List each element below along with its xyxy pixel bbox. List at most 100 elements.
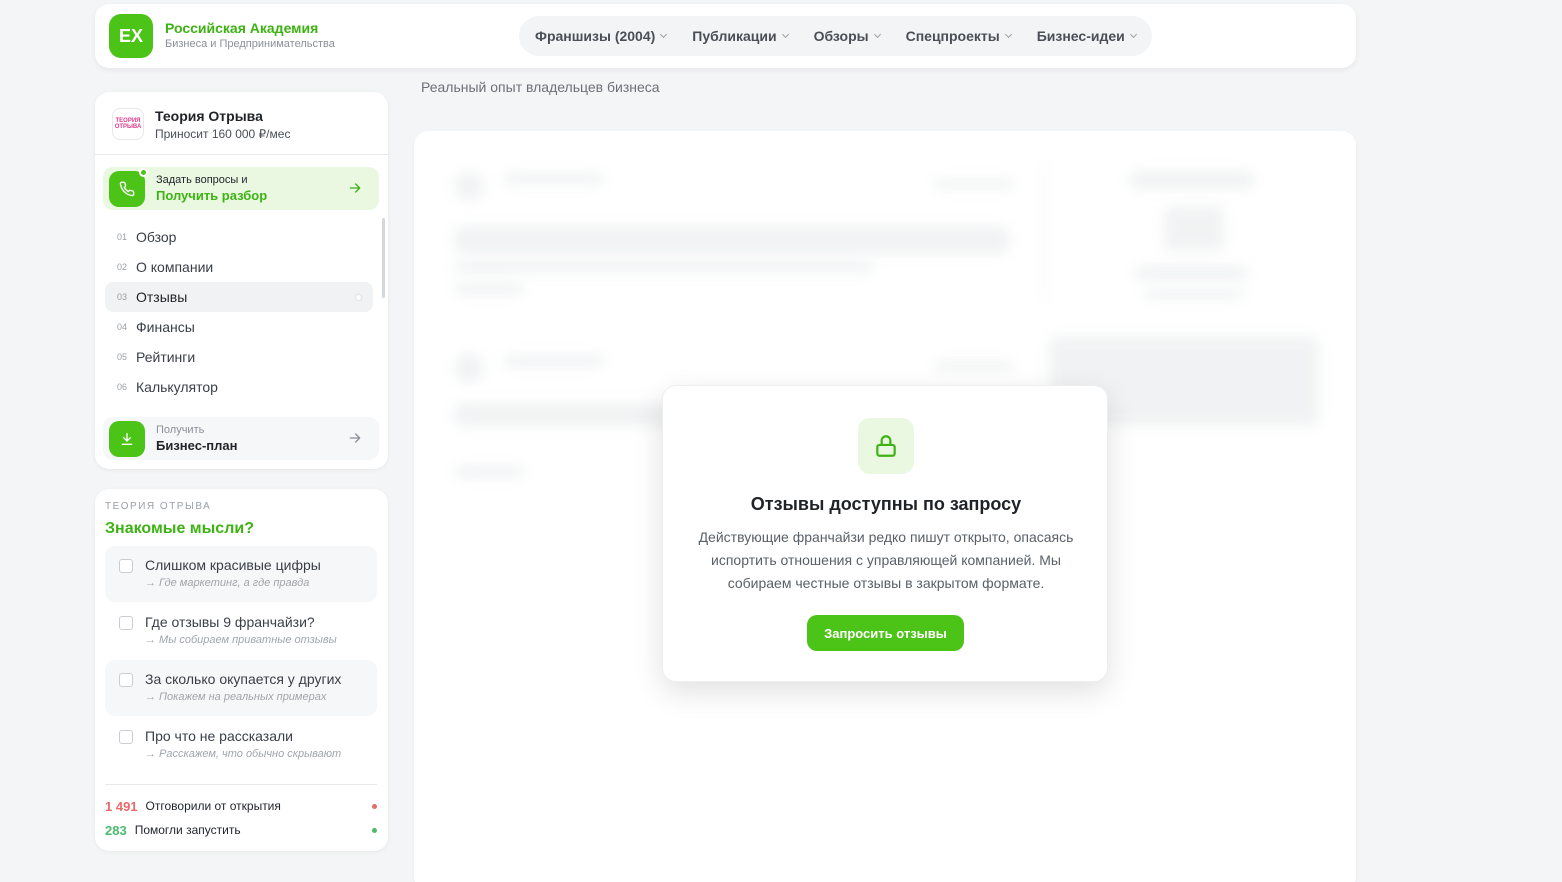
section-menu: 01 Обзор 02 О компании 03 Отзывы 04 Финансы … <box>105 222 373 402</box>
thought-item[interactable]: Про что не рассказали → Расскажем, что о… <box>105 717 377 773</box>
thought-text: Слишком красивые цифры <box>145 557 321 573</box>
status-dot <box>372 828 377 833</box>
chevron-down-icon <box>781 30 789 39</box>
thoughts-list: Слишком красивые цифры → Где маркетинг, … <box>105 546 377 774</box>
blurred-avatar <box>454 171 484 201</box>
menu-item-ratings[interactable]: 05 Рейтинги <box>105 342 373 372</box>
blurred-text <box>1134 266 1249 280</box>
get-analysis-button[interactable]: Задать вопросы и Получить разбор <box>103 167 379 210</box>
reviews-locked-modal: Отзывы доступны по запросу Действующие ф… <box>662 385 1108 682</box>
nav-label: Франшизы (2004) <box>535 28 656 44</box>
blurred-text <box>454 226 1009 254</box>
brand-income: Приносит 160 000 ₽/мес <box>155 127 291 141</box>
divider <box>105 784 377 785</box>
menu-num: 03 <box>117 292 128 302</box>
nav-label: Бизнес-идеи <box>1036 28 1125 44</box>
thought-text: Про что не рассказали <box>145 728 293 744</box>
menu-num: 06 <box>117 382 128 392</box>
stat-dissuaded: 1 491 Отговорили от открытия <box>105 798 377 814</box>
menu-item-finances[interactable]: 04 Финансы <box>105 312 373 342</box>
main-nav: Франшизы (2004) Публикации Обзоры Спецпр… <box>519 16 1152 56</box>
nav-label: Публикации <box>692 28 777 44</box>
logo-subtitle: Бизнеса и Предпринимательства <box>165 38 335 50</box>
stat-value: 283 <box>105 822 127 838</box>
menu-num: 05 <box>117 352 128 362</box>
blurred-text <box>454 261 874 273</box>
plan-big-label: Бизнес-план <box>156 438 238 453</box>
logo-title[interactable]: Российская Академия <box>165 20 318 36</box>
franchise-sidebar: ТЕОРИЯ ОТРЫВА Теория Отрыва Приносит 160 … <box>95 92 388 469</box>
menu-label: Рейтинги <box>136 349 196 365</box>
modal-text: Действующие франчайзи редко пишут открыт… <box>698 529 1074 591</box>
thoughts-eyebrow: ТЕОРИЯ ОТРЫВА <box>105 501 212 512</box>
phone-icon <box>109 171 145 207</box>
brand-logo: ТЕОРИЯ ОТРЫВА <box>112 108 144 140</box>
top-header: EX Российская Академия Бизнеса и Предпри… <box>95 4 1356 68</box>
online-indicator <box>139 168 148 177</box>
thought-hint: → Расскажем, что обычно скрывают <box>145 748 342 760</box>
stat-label: Помогли запустить <box>134 823 241 837</box>
cta-small-label: Задать вопросы и <box>156 174 248 186</box>
blurred-text <box>504 355 604 367</box>
menu-scrollbar[interactable] <box>382 218 385 298</box>
thought-text: Где отзывы 9 франчайзи? <box>145 614 315 630</box>
status-dot <box>372 804 377 809</box>
nav-item-publications[interactable]: Публикации <box>692 28 789 44</box>
page-tagline: Реальный опыт владельцев бизнеса <box>421 79 660 95</box>
nav-item-business-ideas[interactable]: Бизнес-идеи <box>1036 28 1137 44</box>
blurred-block <box>1164 206 1224 251</box>
stat-value: 1 491 <box>105 798 138 814</box>
menu-item-overview[interactable]: 01 Обзор <box>105 222 373 252</box>
divider <box>95 154 388 155</box>
thought-item[interactable]: Слишком красивые цифры → Где маркетинг, … <box>105 546 377 602</box>
menu-label: О компании <box>136 259 214 275</box>
nav-label: Спецпроекты <box>905 28 1000 44</box>
menu-label: Отзывы <box>136 289 188 305</box>
blurred-text <box>504 173 604 185</box>
menu-item-calculator[interactable]: 06 Калькулятор <box>105 372 373 402</box>
brand-name: Теория Отрыва <box>155 108 263 124</box>
checkbox[interactable] <box>119 559 133 573</box>
thought-hint: → Мы собираем приватные отзывы <box>145 634 337 646</box>
lock-icon <box>858 418 914 474</box>
cta-big-label: Получить разбор <box>156 188 268 203</box>
chevron-down-icon <box>873 30 881 39</box>
menu-num: 04 <box>117 322 128 332</box>
modal-title: Отзывы доступны по запросу <box>750 494 1022 514</box>
blurred-divider <box>1044 161 1046 301</box>
plan-small-label: Получить <box>156 424 205 436</box>
thought-text: За сколько окупается у других <box>145 671 342 687</box>
nav-item-specprojects[interactable]: Спецпроекты <box>905 28 1012 44</box>
chevron-down-icon <box>1004 30 1012 39</box>
get-business-plan-button[interactable]: Получить Бизнес-план <box>103 417 379 460</box>
blurred-avatar <box>454 353 484 383</box>
active-indicator <box>356 295 361 300</box>
menu-label: Обзор <box>136 229 177 245</box>
menu-item-about[interactable]: 02 О компании <box>105 252 373 282</box>
blurred-text <box>454 283 524 295</box>
blurred-text <box>454 466 524 478</box>
menu-num: 01 <box>117 232 128 242</box>
request-reviews-button[interactable]: Запросить отзывы <box>807 615 964 651</box>
thoughts-title: Знакомые мысли? <box>105 520 254 537</box>
checkbox[interactable] <box>119 730 133 744</box>
blurred-text <box>1129 171 1254 189</box>
blurred-text <box>934 361 1014 371</box>
checkbox[interactable] <box>119 616 133 630</box>
thought-hint: → Покажем на реальных примерах <box>145 691 327 703</box>
nav-item-reviews[interactable]: Обзоры <box>813 28 881 44</box>
chevron-down-icon <box>1129 30 1137 39</box>
nav-item-franchises[interactable]: Франшизы (2004) <box>535 28 668 44</box>
blurred-text <box>934 179 1014 189</box>
checkbox[interactable] <box>119 673 133 687</box>
menu-label: Финансы <box>136 319 195 335</box>
thought-item[interactable]: За сколько окупается у других → Покажем … <box>105 660 377 716</box>
arrow-right-icon <box>349 433 361 443</box>
thought-item[interactable]: Где отзывы 9 франчайзи? → Мы собираем пр… <box>105 603 377 659</box>
menu-item-reviews[interactable]: 03 Отзывы <box>105 282 373 312</box>
nav-label: Обзоры <box>813 28 869 44</box>
stat-label: Отговорили от открытия <box>145 799 281 813</box>
thought-hint: → Где маркетинг, а где правда <box>145 577 310 589</box>
menu-label: Калькулятор <box>136 379 218 395</box>
logo-mark[interactable]: EX <box>109 14 153 58</box>
